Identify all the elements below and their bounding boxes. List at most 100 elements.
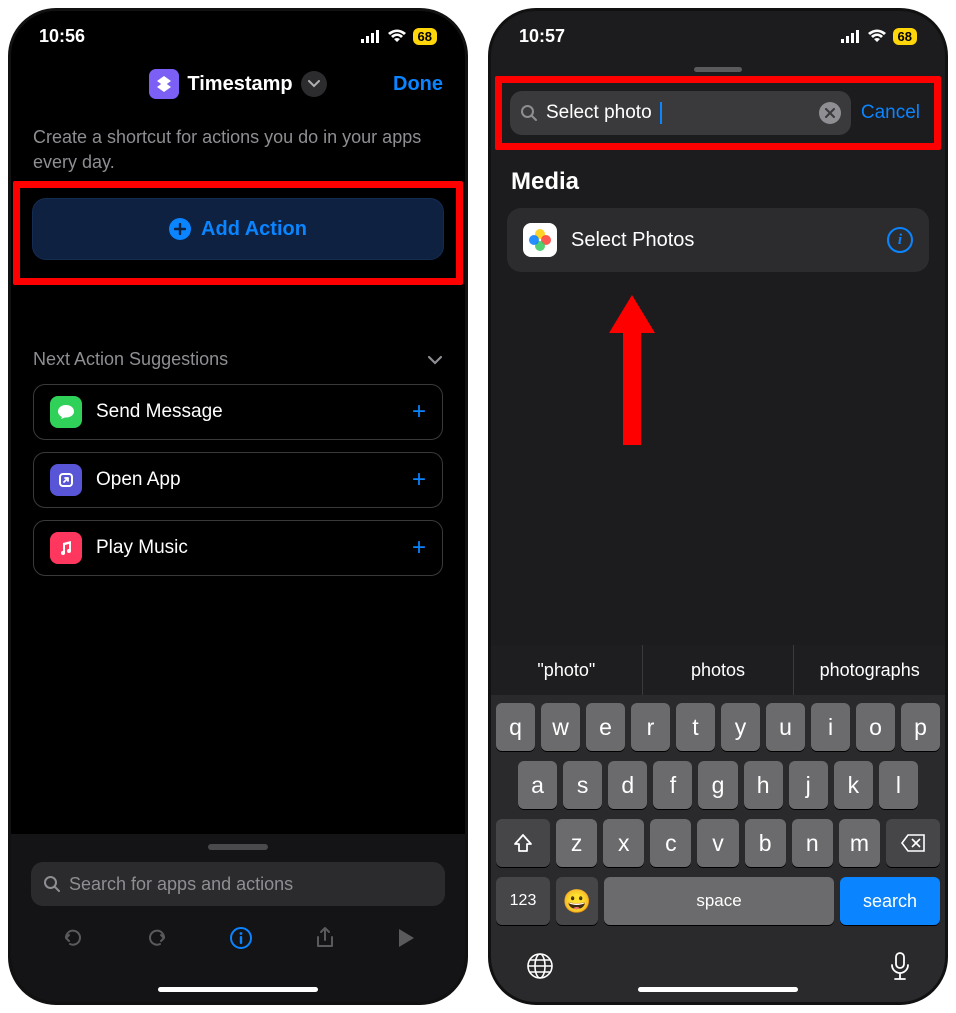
search-input-value: Select photo [546,102,652,124]
key-d[interactable]: d [608,761,647,809]
keyboard: "photo" photos photographs q w e r t y u… [491,645,945,1002]
plus-icon[interactable]: + [412,534,426,562]
message-icon [50,396,82,428]
key-p[interactable]: p [901,703,940,751]
key-b[interactable]: b [745,819,786,867]
shift-icon [512,832,534,854]
space-key[interactable]: space [604,877,834,925]
key-g[interactable]: g [698,761,737,809]
key-i[interactable]: i [811,703,850,751]
emoji-key[interactable]: 😀 [556,877,598,925]
suggestion-label: Open App [96,469,412,491]
suggestions-title: Next Action Suggestions [33,349,228,370]
key-o[interactable]: o [856,703,895,751]
search-icon [520,104,538,122]
key-m[interactable]: m [839,819,880,867]
globe-key[interactable] [525,951,555,986]
cancel-button[interactable]: Cancel [861,102,926,124]
plus-circle-icon [169,218,191,240]
redo-button[interactable] [144,925,170,956]
key-r[interactable]: r [631,703,670,751]
backspace-key[interactable] [886,819,940,867]
key-z[interactable]: z [556,819,597,867]
wifi-icon [867,29,887,43]
wifi-icon [387,29,407,43]
quicktype-suggestion[interactable]: "photo" [491,645,642,695]
annotation-highlight-add-action: Add Action [13,181,463,285]
result-select-photos[interactable]: Select Photos i [507,208,929,272]
keyboard-row-2: a s d f g h j k l [496,761,940,809]
run-button[interactable] [396,927,416,954]
keyboard-row-3: z x c v b n m [496,819,940,867]
photos-app-icon [523,223,557,257]
key-a[interactable]: a [518,761,557,809]
bottom-sheet: Search for apps and actions [11,834,465,1002]
keyboard-bottom-row [491,941,945,1002]
status-time: 10:56 [39,26,85,47]
home-indicator[interactable] [638,987,798,992]
suggestion-open-app[interactable]: Open App + [33,452,443,508]
key-x[interactable]: x [603,819,644,867]
shortcut-app-icon [149,69,179,99]
annotation-highlight-search: Select photo Cancel [495,76,941,150]
suggestions-header[interactable]: Next Action Suggestions [33,349,443,370]
status-icons: 68 [361,28,437,45]
status-bar: 10:56 68 [11,11,465,61]
sheet-handle[interactable] [694,67,742,72]
key-t[interactable]: t [676,703,715,751]
cell-signal-icon [841,30,861,43]
key-l[interactable]: l [879,761,918,809]
key-n[interactable]: n [792,819,833,867]
key-w[interactable]: w [541,703,580,751]
key-e[interactable]: e [586,703,625,751]
quicktype-suggestion[interactable]: photos [642,645,794,695]
shift-key[interactable] [496,819,550,867]
keyboard-row-4: 123 😀 space search [496,877,940,925]
suggestion-label: Play Music [96,537,412,559]
phone-left-shortcut-editor: 10:56 68 Timestamp Done Create a shortcu… [8,8,468,1005]
keyboard-row-1: q w e r t y u i o p [496,703,940,751]
key-k[interactable]: k [834,761,873,809]
key-c[interactable]: c [650,819,691,867]
clear-search-button[interactable] [819,102,841,124]
key-y[interactable]: y [721,703,760,751]
quicktype-suggestion[interactable]: photographs [793,645,945,695]
key-v[interactable]: v [697,819,738,867]
info-button[interactable]: i [887,227,913,253]
shortcut-title[interactable]: Timestamp [187,73,292,96]
open-app-icon [50,464,82,496]
suggestion-play-music[interactable]: Play Music + [33,520,443,576]
key-q[interactable]: q [496,703,535,751]
annotation-arrow [607,295,657,445]
action-search-field[interactable]: Select photo [510,91,851,135]
sheet-handle[interactable] [208,844,268,850]
key-s[interactable]: s [563,761,602,809]
plus-icon[interactable]: + [412,398,426,426]
plus-icon[interactable]: + [412,466,426,494]
share-button[interactable] [312,925,338,956]
key-u[interactable]: u [766,703,805,751]
done-button[interactable]: Done [393,73,443,96]
battery-badge: 68 [413,28,437,45]
key-h[interactable]: h [744,761,783,809]
backspace-icon [900,833,926,853]
undo-button[interactable] [60,925,86,956]
section-title-media: Media [491,150,945,208]
numbers-key[interactable]: 123 [496,877,550,925]
home-indicator[interactable] [158,987,318,992]
key-f[interactable]: f [653,761,692,809]
editor-description: Create a shortcut for actions you do in … [11,107,465,181]
status-icons: 68 [841,28,917,45]
search-icon [43,875,61,893]
search-apps-actions[interactable]: Search for apps and actions [31,862,445,906]
status-bar: 10:57 68 [491,11,945,61]
search-key[interactable]: search [840,877,940,925]
add-action-button[interactable]: Add Action [32,198,444,260]
info-button[interactable] [228,925,254,956]
key-j[interactable]: j [789,761,828,809]
editor-toolbar [11,910,465,970]
add-action-label: Add Action [201,218,307,241]
dictation-key[interactable] [889,951,911,986]
title-chevron-button[interactable] [301,71,327,97]
suggestion-send-message[interactable]: Send Message + [33,384,443,440]
